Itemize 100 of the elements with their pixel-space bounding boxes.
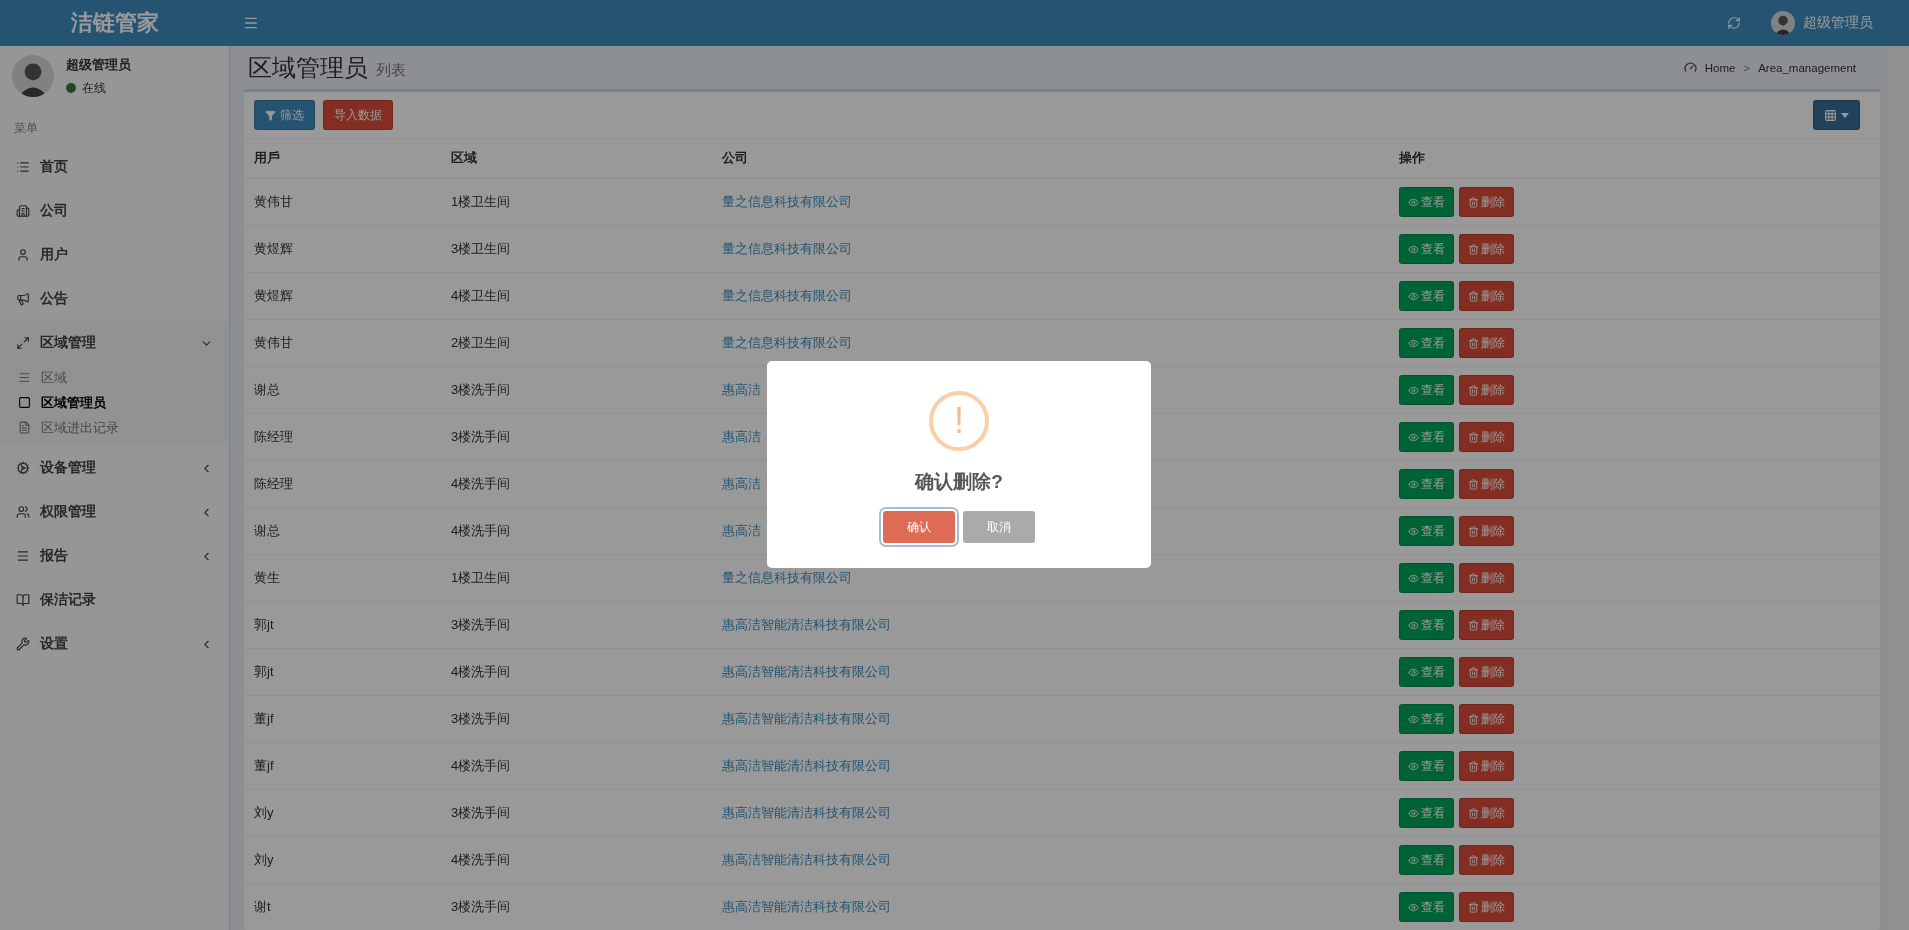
delete-button[interactable]: 删除 [1459,610,1514,640]
cancel-button[interactable]: 取消 [963,511,1035,543]
company-link[interactable]: 量之信息科技有限公司 [722,194,852,209]
sidebar-item[interactable]: 设备管理 [0,446,229,490]
column-header: 用戶 [244,138,441,178]
view-button[interactable]: 查看 [1399,469,1454,499]
avatar [12,55,54,97]
view-button[interactable]: 查看 [1399,187,1454,217]
columns-dropdown-button[interactable] [1813,100,1860,130]
import-button[interactable]: 导入数据 [323,100,393,130]
filter-button[interactable]: 筛选 [254,100,315,130]
sidebar-item[interactable]: 保洁记录 [0,578,229,622]
avatar [1771,11,1795,35]
sidebar-item[interactable]: 用户 [0,233,229,277]
user-name[interactable]: 超级管理员 [1803,14,1873,32]
eye-icon [1408,337,1419,349]
company-link[interactable]: 量之信息科技有限公司 [722,335,852,350]
trash-icon [1468,619,1479,631]
company-link[interactable]: 惠高洁 [722,382,761,397]
delete-button[interactable]: 删除 [1459,563,1514,593]
sidebar-item[interactable]: 权限管理 [0,490,229,534]
view-button[interactable]: 查看 [1399,657,1454,687]
view-button[interactable]: 查看 [1399,845,1454,875]
submenu-item[interactable]: 区域管理员 [0,390,229,415]
delete-button[interactable]: 删除 [1459,422,1514,452]
delete-button[interactable]: 删除 [1459,798,1514,828]
eye-icon [1408,243,1419,255]
trash-icon [1468,713,1479,725]
company-link[interactable]: 量之信息科技有限公司 [722,241,852,256]
table-cell: 陈经理 [244,413,441,461]
table-cell: 谢总 [244,507,441,555]
delete-button[interactable]: 删除 [1459,281,1514,311]
table-cell: 董jf [244,695,441,743]
view-button[interactable]: 查看 [1399,516,1454,546]
table-cell: 3楼卫生间 [441,225,712,273]
sidebar-item[interactable]: 报告 [0,534,229,578]
view-button[interactable]: 查看 [1399,422,1454,452]
submenu-icon [18,421,31,434]
delete-button[interactable]: 删除 [1459,704,1514,734]
eye-icon [1408,196,1419,208]
menu-icon[interactable] [243,15,259,31]
delete-button[interactable]: 删除 [1459,234,1514,264]
company-link[interactable]: 惠高洁 [722,476,761,491]
dialog-message: 确认删除? [915,470,1003,494]
sidebar-item[interactable]: 设置 [0,622,229,666]
company-link[interactable]: 惠高洁智能清洁科技有限公司 [722,664,891,679]
company-link[interactable]: 惠高洁智能清洁科技有限公司 [722,805,891,820]
trash-icon [1468,290,1479,302]
delete-button[interactable]: 删除 [1459,516,1514,546]
view-button[interactable]: 查看 [1399,328,1454,358]
app-logo[interactable]: 洁链管家 [0,0,229,46]
delete-button[interactable]: 删除 [1459,187,1514,217]
view-button[interactable]: 查看 [1399,751,1454,781]
caret-down-icon [1841,112,1849,118]
view-button[interactable]: 查看 [1399,375,1454,405]
company-link[interactable]: 量之信息科技有限公司 [722,288,852,303]
table-cell: 4楼洗手间 [441,507,712,555]
sidebar-item[interactable]: 区域管理 [0,321,229,365]
delete-button[interactable]: 删除 [1459,375,1514,405]
delete-button[interactable]: 删除 [1459,657,1514,687]
user-name: 超级管理员 [66,55,131,74]
company-link[interactable]: 量之信息科技有限公司 [722,570,852,585]
company-link[interactable]: 惠高洁智能清洁科技有限公司 [722,758,891,773]
table-cell: 3楼洗手间 [441,695,712,743]
company-link[interactable]: 惠高洁 [722,523,761,538]
sidebar-item[interactable]: 公告 [0,277,229,321]
refresh-icon[interactable] [1727,16,1741,30]
delete-button[interactable]: 删除 [1459,328,1514,358]
company-link[interactable]: 惠高洁 [722,429,761,444]
view-button[interactable]: 查看 [1399,610,1454,640]
delete-button[interactable]: 删除 [1459,892,1514,922]
table-cell: 4楼洗手间 [441,836,712,884]
table-cell: 黄煜辉 [244,225,441,273]
delete-button[interactable]: 删除 [1459,845,1514,875]
filter-icon [265,109,276,121]
table-cell: 董jf [244,742,441,790]
view-button[interactable]: 查看 [1399,798,1454,828]
submenu-item[interactable]: 区域进出记录 [0,415,229,440]
menu-header: 菜单 [13,120,39,137]
trash-icon [1468,666,1479,678]
table-cell: 谢t [244,883,441,930]
company-link[interactable]: 惠高洁智能清洁科技有限公司 [722,711,891,726]
company-link[interactable]: 惠高洁智能清洁科技有限公司 [722,899,891,914]
delete-button[interactable]: 删除 [1459,469,1514,499]
view-button[interactable]: 查看 [1399,892,1454,922]
sidebar-item[interactable]: 公司 [0,189,229,233]
view-button[interactable]: 查看 [1399,281,1454,311]
view-button[interactable]: 查看 [1399,234,1454,264]
breadcrumb-item[interactable]: Home [1704,61,1736,74]
company-link[interactable]: 惠高洁智能清洁科技有限公司 [722,852,891,867]
delete-button[interactable]: 删除 [1459,751,1514,781]
company-link[interactable]: 惠高洁智能清洁科技有限公司 [722,617,891,632]
submenu-item[interactable]: 区域 [0,365,229,390]
sidebar-item[interactable]: 首页 [0,145,229,189]
table-cell: 黄生 [244,554,441,602]
table-cell: 1楼卫生间 [441,178,712,226]
view-button[interactable]: 查看 [1399,704,1454,734]
page-title: 区域管理员 [248,52,368,83]
view-button[interactable]: 查看 [1399,563,1454,593]
eye-icon [1408,619,1419,631]
